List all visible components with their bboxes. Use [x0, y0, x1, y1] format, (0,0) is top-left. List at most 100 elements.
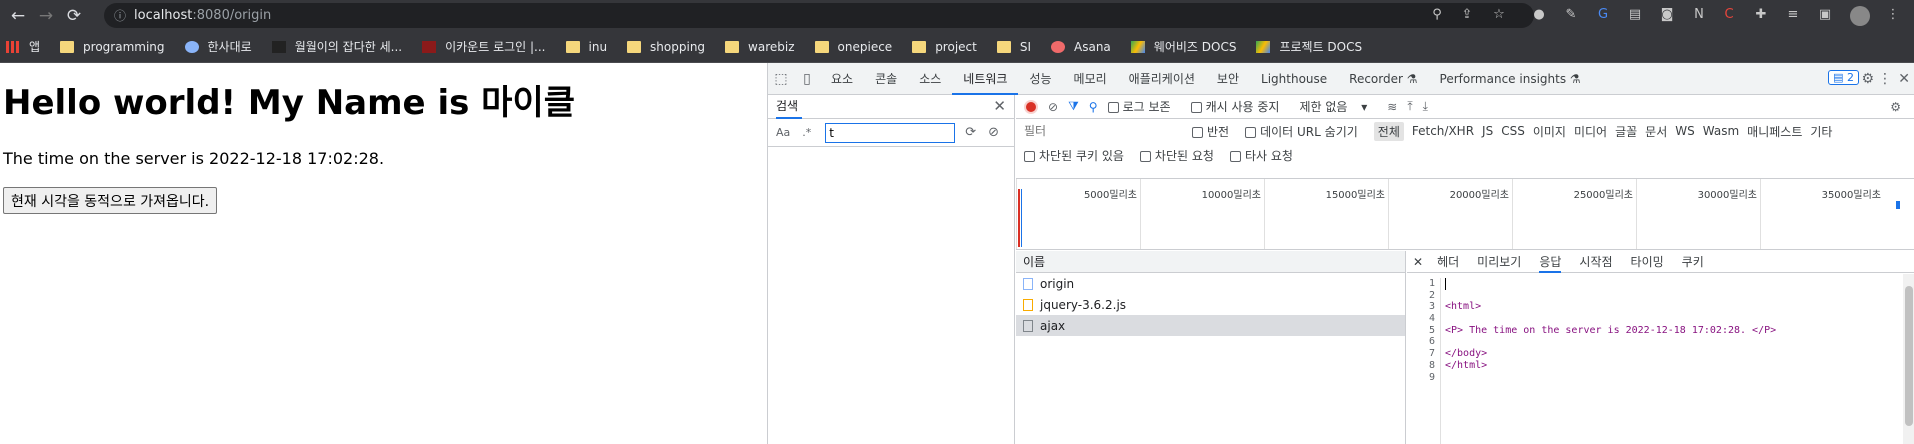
- filter-input[interactable]: [1024, 122, 1184, 140]
- tab-security[interactable]: 보안: [1206, 63, 1250, 95]
- filter-type-wasm[interactable]: Wasm: [1703, 124, 1739, 138]
- upload-icon[interactable]: ⤒: [1407, 99, 1412, 114]
- close-icon[interactable]: ✕: [1898, 71, 1910, 87]
- filter-type-font[interactable]: 글꼴: [1615, 123, 1637, 140]
- tab-performance-insights[interactable]: Performance insights ⚗: [1429, 63, 1592, 95]
- bookmark-blog[interactable]: 월월이의 잡다한 세...: [271, 38, 402, 55]
- bookmark-warebiz[interactable]: warebiz: [725, 40, 795, 54]
- extension-icon[interactable]: ▤: [1626, 6, 1644, 24]
- side-panel-icon[interactable]: ▣: [1816, 6, 1834, 24]
- tab-console[interactable]: 콘솔: [864, 63, 908, 95]
- disable-cache-checkbox[interactable]: 캐시 사용 중지: [1190, 98, 1290, 115]
- inspect-icon[interactable]: ⬚: [768, 71, 794, 87]
- tab-timing[interactable]: 타이밍: [1631, 251, 1664, 273]
- response-viewer[interactable]: 1 2 3 4 5 6 7 8 9 <html> <P> The time on…: [1407, 274, 1914, 444]
- info-icon[interactable]: ⓘ: [114, 7, 126, 24]
- filter-type-doc[interactable]: 문서: [1645, 123, 1667, 140]
- extension-icon[interactable]: ●: [1530, 6, 1548, 24]
- bookmark-apps[interactable]: 앱: [6, 38, 40, 55]
- checkbox[interactable]: [1192, 126, 1203, 138]
- search-input[interactable]: [825, 122, 956, 143]
- bookmark-asana[interactable]: Asana: [1051, 40, 1111, 54]
- refresh-icon[interactable]: ⟳: [965, 125, 976, 140]
- settings-icon[interactable]: ⚙: [1861, 71, 1874, 87]
- address-bar[interactable]: ⓘ localhost :8080/origin: [104, 3, 1534, 28]
- close-icon[interactable]: ✕: [993, 97, 1006, 115]
- filter-type-media[interactable]: 미디어: [1574, 123, 1607, 140]
- reading-list-icon[interactable]: ≡: [1784, 6, 1802, 24]
- filter-type-img[interactable]: 이미지: [1533, 123, 1566, 140]
- extension-icon[interactable]: N: [1690, 6, 1708, 24]
- tab-preview[interactable]: 미리보기: [1477, 251, 1521, 273]
- blocked-cookies-checkbox[interactable]: 차단된 쿠키 있음: [1024, 147, 1132, 164]
- settings-icon[interactable]: ⚙: [1890, 100, 1901, 114]
- hide-data-url-checkbox[interactable]: 데이터 URL 숨기기: [1245, 123, 1366, 140]
- checkbox[interactable]: [1107, 102, 1119, 113]
- menu-icon[interactable]: ⋮: [1884, 6, 1902, 24]
- filter-type-fetch[interactable]: Fetch/XHR: [1412, 124, 1474, 138]
- tab-cookies[interactable]: 쿠키: [1682, 251, 1704, 273]
- checkbox[interactable]: [1190, 102, 1202, 113]
- bookmark-inu[interactable]: inu: [565, 40, 607, 54]
- regex-toggle[interactable]: .*: [802, 126, 811, 139]
- filter-type-other[interactable]: 기타: [1810, 123, 1832, 140]
- bookmark-project-docs[interactable]: 프로젝트 DOCS: [1256, 38, 1362, 55]
- tab-recorder[interactable]: Recorder ⚗: [1338, 63, 1428, 95]
- star-icon[interactable]: ☆: [1490, 6, 1508, 24]
- bookmark-hansadaero[interactable]: 한사대로: [184, 38, 252, 55]
- throttle-select[interactable]: 제한 없음 ▾: [1299, 98, 1377, 115]
- wifi-icon[interactable]: ≋: [1387, 100, 1397, 114]
- translate-icon[interactable]: G: [1594, 6, 1612, 24]
- tab-response[interactable]: 응답: [1539, 251, 1562, 273]
- tab-initiator[interactable]: 시작점: [1579, 251, 1612, 273]
- filter-type-manifest[interactable]: 매니페스트: [1747, 123, 1802, 140]
- more-icon[interactable]: ⋮: [1878, 71, 1892, 87]
- forward-icon[interactable]: →: [32, 6, 60, 26]
- device-toggle-icon[interactable]: ▯: [794, 71, 820, 87]
- checkbox[interactable]: [1229, 150, 1241, 162]
- filter-type-all[interactable]: 전체: [1373, 121, 1404, 141]
- bookmark-warebiz-docs[interactable]: 웨어비즈 DOCS: [1130, 38, 1236, 55]
- extension-icon[interactable]: C: [1720, 6, 1738, 24]
- tab-network[interactable]: 네트워크: [952, 63, 1019, 95]
- request-row[interactable]: origin: [1016, 273, 1405, 294]
- avatar[interactable]: [1850, 6, 1870, 26]
- camera-icon[interactable]: ◙: [1658, 6, 1676, 24]
- share-icon[interactable]: ⇪: [1458, 6, 1476, 24]
- third-party-checkbox[interactable]: 타사 요청: [1229, 147, 1301, 164]
- bookmark-onepiece[interactable]: onepiece: [814, 40, 892, 54]
- tab-performance[interactable]: 성능: [1018, 63, 1062, 95]
- zoom-icon[interactable]: ⚲: [1428, 6, 1446, 24]
- puzzle-icon[interactable]: ✚: [1752, 6, 1770, 24]
- fetch-time-button[interactable]: 현재 시각을 동적으로 가져옵니다.: [3, 187, 218, 214]
- checkbox[interactable]: [1139, 150, 1151, 162]
- issues-badge[interactable]: ▤ 2: [1828, 70, 1859, 85]
- filter-type-css[interactable]: CSS: [1501, 124, 1525, 138]
- extension-icon[interactable]: ✎: [1562, 6, 1580, 24]
- names-header[interactable]: 이름: [1016, 251, 1405, 273]
- reload-icon[interactable]: ⟳: [60, 6, 88, 26]
- filter-icon[interactable]: ⧩: [1068, 99, 1079, 114]
- tab-application[interactable]: 애플리케이션: [1118, 63, 1206, 95]
- scrollbar-thumb[interactable]: [1905, 286, 1913, 426]
- filter-type-ws[interactable]: WS: [1675, 124, 1694, 138]
- checkbox[interactable]: [1024, 150, 1035, 162]
- back-icon[interactable]: ←: [4, 6, 32, 26]
- bookmark-shopping[interactable]: shopping: [627, 40, 705, 54]
- bookmark-project[interactable]: project: [912, 40, 977, 54]
- clear-icon[interactable]: ⊘: [1048, 100, 1058, 114]
- tab-elements[interactable]: 요소: [820, 63, 864, 95]
- tab-lighthouse[interactable]: Lighthouse: [1250, 63, 1338, 95]
- download-icon[interactable]: ⤓: [1423, 99, 1428, 114]
- request-row[interactable]: jquery-3.6.2.js: [1016, 294, 1405, 315]
- tab-sources[interactable]: 소스: [908, 63, 952, 95]
- close-icon[interactable]: ✕: [1413, 251, 1423, 273]
- bookmark-programming[interactable]: programming: [60, 40, 165, 54]
- invert-checkbox[interactable]: 반전: [1192, 123, 1237, 140]
- request-row[interactable]: ajax: [1016, 315, 1405, 336]
- scrollbar[interactable]: [1903, 274, 1914, 444]
- blocked-requests-checkbox[interactable]: 차단된 요청: [1139, 147, 1222, 164]
- network-timeline[interactable]: 5000밀리초 10000밀리초 15000밀리초 20000밀리초 25000…: [1016, 178, 1914, 250]
- preserve-log-checkbox[interactable]: 로그 보존: [1107, 98, 1181, 115]
- search-icon[interactable]: ⚲: [1089, 100, 1098, 114]
